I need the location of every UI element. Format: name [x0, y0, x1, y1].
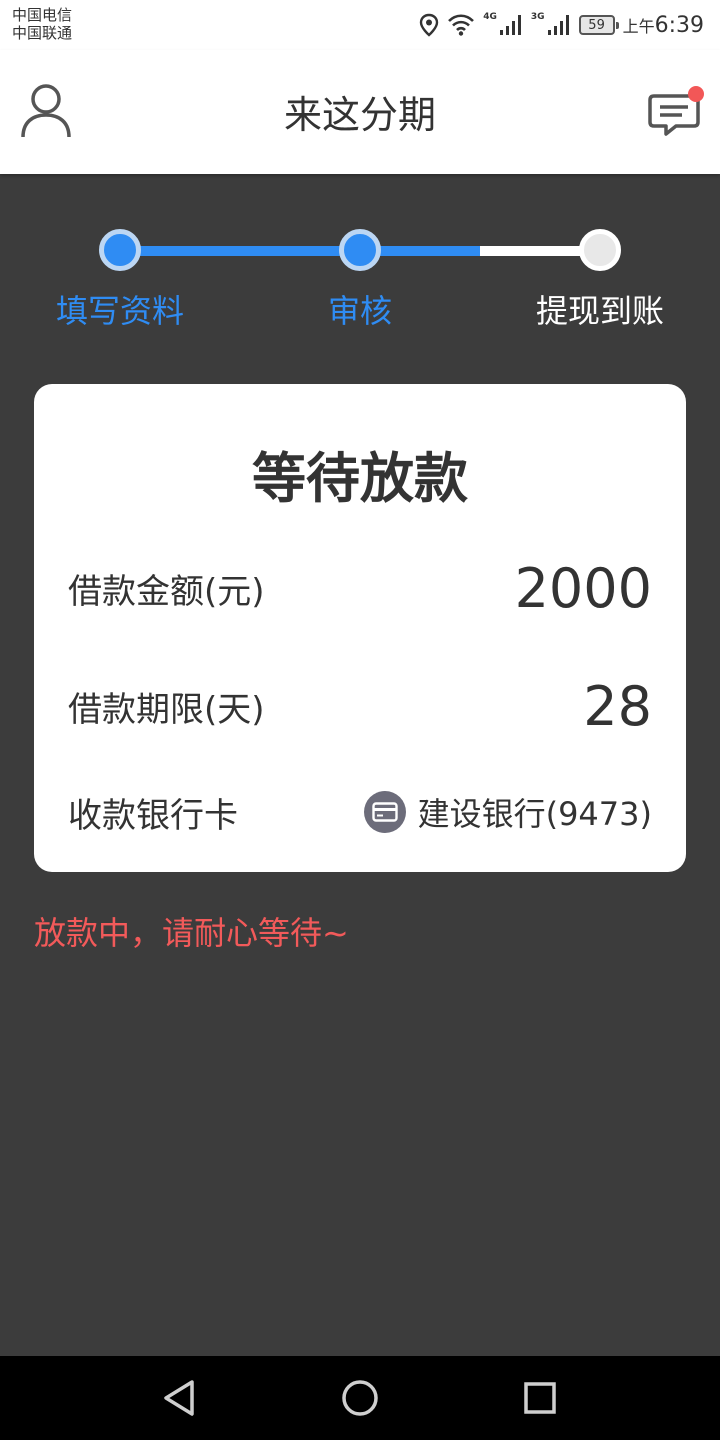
- carrier-1: 中国电信: [12, 6, 73, 24]
- back-button[interactable]: [158, 1376, 202, 1420]
- home-icon: [342, 1380, 378, 1416]
- step-label-withdraw: 提现到账: [535, 292, 664, 330]
- step-dot-2: [339, 229, 381, 271]
- loan-term-label: 借款期限(天): [68, 689, 265, 730]
- unread-badge: [688, 86, 704, 102]
- bank-card-icon: [363, 791, 406, 833]
- home-button[interactable]: [338, 1376, 382, 1420]
- recent-apps-button[interactable]: [518, 1376, 562, 1420]
- bank-card-label: 收款银行卡: [68, 795, 238, 836]
- step-dot-3: [579, 229, 621, 271]
- system-nav-bar: [0, 1356, 720, 1440]
- bank-card-value: 建设银行(9473): [417, 795, 652, 833]
- wifi-icon: [448, 14, 475, 36]
- location-icon: [420, 13, 439, 37]
- loan-amount-label: 借款金额(元): [68, 571, 265, 612]
- messages-button[interactable]: [648, 84, 706, 140]
- carrier-names: 中国电信 中国联通: [12, 6, 72, 42]
- status-icons: 4G 3G 59 上午6:39: [419, 8, 704, 42]
- loan-amount-row: 借款金额(元) 2000: [68, 556, 652, 620]
- bank-card-info: 建设银行(9473): [363, 789, 652, 835]
- step-label-review: 审核: [327, 292, 392, 330]
- battery-icon: 59: [578, 15, 619, 35]
- back-icon: [164, 1380, 194, 1416]
- status-notice: 放款中，请耐心等待~: [34, 914, 349, 952]
- network-type-2: 3G: [530, 12, 545, 22]
- progress-steps: 填写资料 审核 提现到账: [0, 222, 720, 332]
- bank-card-row: 收款银行卡 建设银行(9473): [68, 782, 652, 842]
- status-bar: 中国电信 中国联通 4G 3G 59 上午6:39: [0, 0, 720, 50]
- signal-icon: [499, 15, 521, 35]
- loan-status-card: 等待放款 借款金额(元) 2000 借款期限(天) 28 收款银行卡 建设银行(…: [34, 384, 686, 872]
- app-header: 来这分期: [0, 50, 720, 174]
- carrier-2: 中国联通: [12, 24, 73, 42]
- clock-time: 6:39: [654, 12, 704, 38]
- battery-level: 59: [588, 17, 605, 33]
- clock-period: 上午: [622, 16, 655, 36]
- clock: 上午6:39: [623, 13, 704, 38]
- loan-term-value: 28: [583, 674, 652, 738]
- recent-apps-icon: [524, 1382, 556, 1414]
- card-title: 等待放款: [252, 447, 468, 510]
- step-track-completed: [120, 246, 360, 256]
- page-title: 来这分期: [283, 93, 436, 137]
- step-label-fill-info: 填写资料: [55, 292, 184, 330]
- step-dot-1: [99, 229, 141, 271]
- loan-term-row: 借款期限(天) 28: [68, 674, 652, 738]
- signal-icon: [547, 15, 569, 35]
- loan-amount-value: 2000: [514, 556, 652, 620]
- network-type-1: 4G: [483, 12, 497, 22]
